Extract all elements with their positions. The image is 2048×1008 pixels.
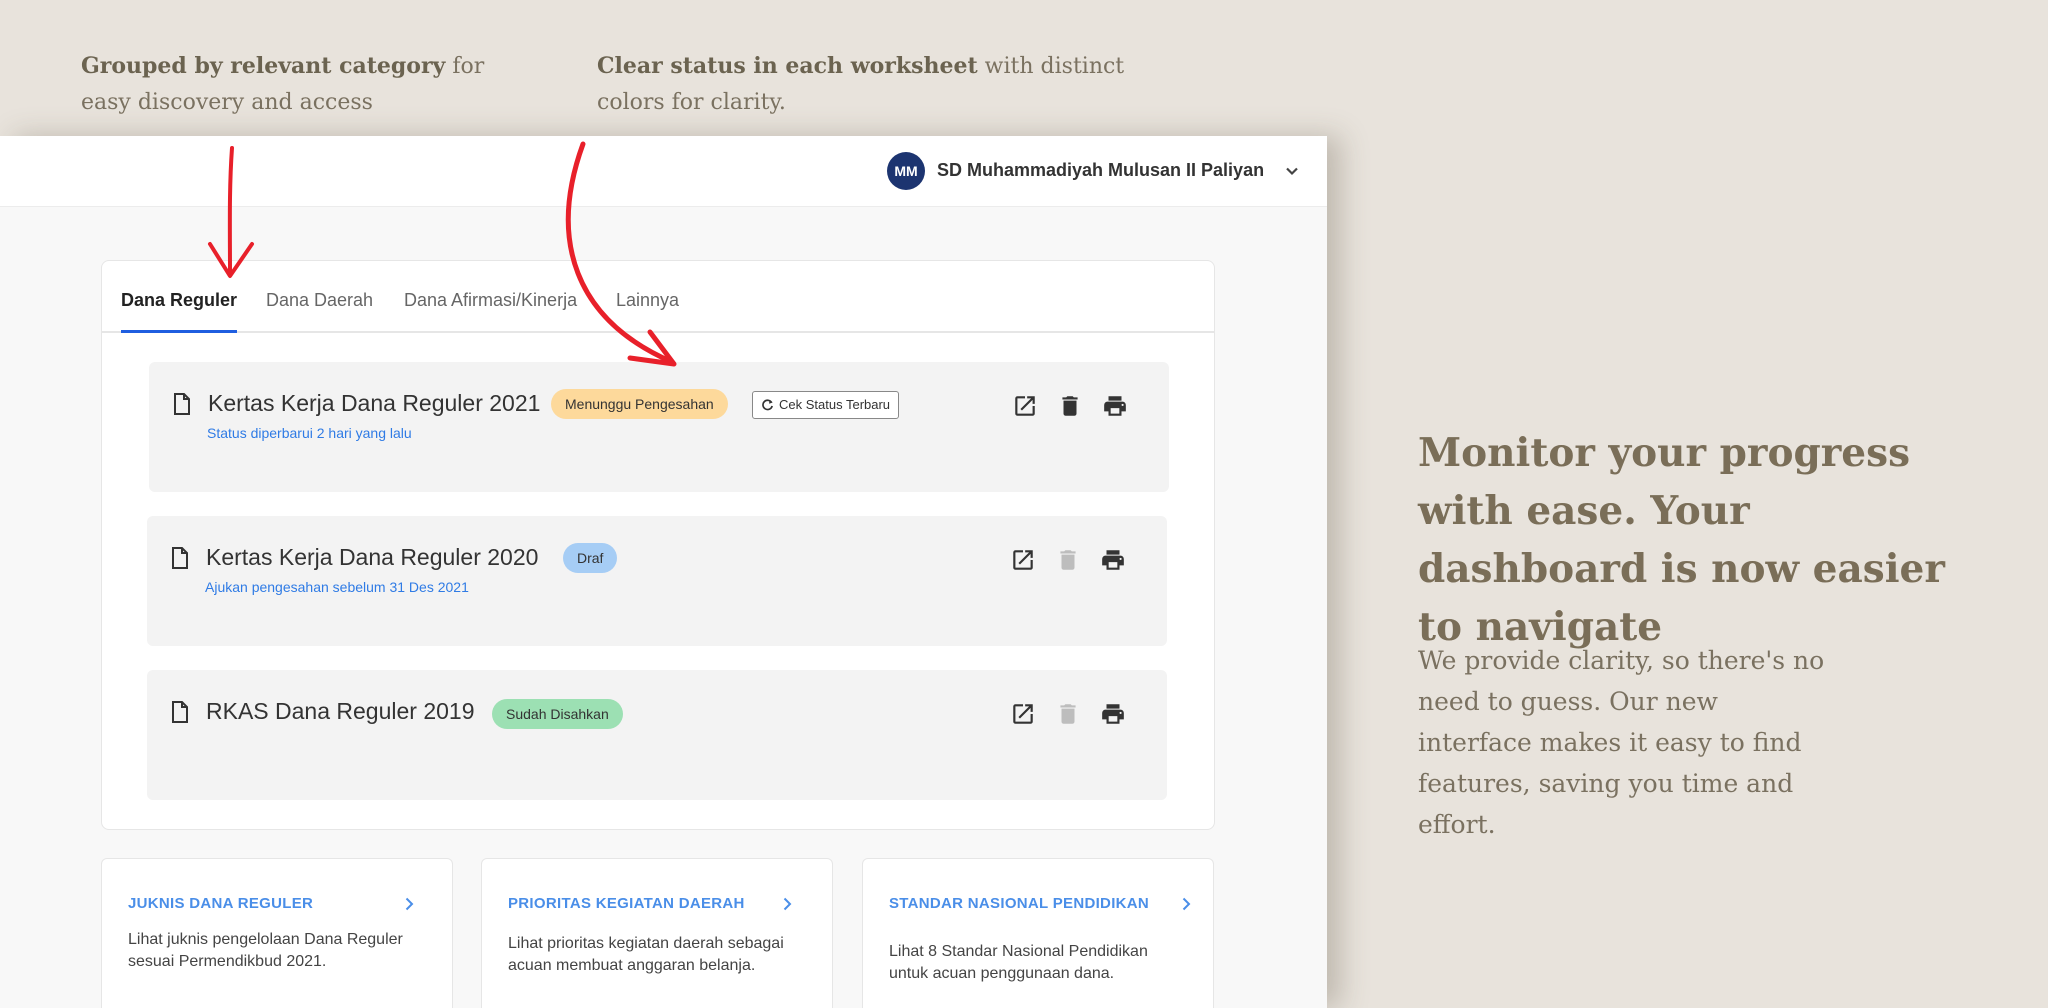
status-badge: Draf — [563, 543, 618, 573]
top-bar: MM SD Muhammadiyah Mulusan II Paliyan — [0, 136, 1327, 207]
chevron-right-icon — [783, 897, 792, 911]
avatar[interactable]: MM — [887, 152, 925, 190]
info-card-title: JUKNIS DANA REGULER — [128, 895, 314, 912]
chevron-down-icon[interactable] — [1283, 162, 1301, 180]
open-external-icon[interactable] — [1010, 701, 1036, 727]
info-card-prioritas[interactable]: PRIORITAS KEGIATAN DAERAH Lihat priorita… — [481, 858, 833, 1008]
info-card-desc: Lihat prioritas kegiatan daerah sebagai … — [508, 935, 784, 974]
tab-dana-daerah[interactable]: Dana Daerah — [266, 261, 373, 331]
status-badge: Sudah Disahkan — [492, 699, 623, 729]
info-card-title: STANDAR NASIONAL PENDIDIKAN — [889, 895, 1150, 912]
chevron-right-icon — [405, 897, 414, 911]
info-card-standar[interactable]: STANDAR NASIONAL PENDIDIKAN Lihat 8 Stan… — [862, 858, 1214, 1008]
worksheet-card: Dana Reguler Dana Daerah Dana Afirmasi/K… — [101, 260, 1215, 830]
annotation-category-bold: Grouped by relevant category — [81, 53, 446, 79]
body-copy: We provide clarity, so there's no need t… — [1418, 646, 1825, 839]
document-icon — [172, 547, 188, 569]
delete-icon-disabled — [1060, 550, 1076, 570]
worksheet-row[interactable]: RKAS Dana Reguler 2019 Sudah Disahkan — [147, 670, 1167, 800]
print-icon[interactable] — [1100, 547, 1126, 573]
headline: Monitor your progress with ease. Your da… — [1418, 430, 1945, 650]
annotation-status: Clear status in each worksheet with dist… — [597, 48, 1157, 121]
school-name[interactable]: SD Muhammadiyah Mulusan II Paliyan — [937, 160, 1264, 181]
worksheet-title: RKAS Dana Reguler 2019 — [206, 698, 475, 724]
print-icon[interactable] — [1100, 701, 1126, 727]
worksheet-row[interactable]: Kertas Kerja Dana Reguler 2021 Menunggu … — [149, 362, 1169, 492]
app-screenshot: MM SD Muhammadiyah Mulusan II Paliyan Da… — [0, 136, 1327, 1008]
open-external-icon[interactable] — [1010, 547, 1036, 573]
delete-icon[interactable] — [1057, 393, 1083, 419]
check-status-button[interactable]: Cek Status Terbaru — [752, 391, 900, 419]
tab-bar: Dana Reguler Dana Daerah Dana Afirmasi/K… — [102, 261, 1214, 333]
worksheet-row[interactable]: Kertas Kerja Dana Reguler 2020 Draf Ajuk… — [147, 516, 1167, 646]
worksheet-title: Kertas Kerja Dana Reguler 2021 — [208, 390, 541, 416]
annotation-status-bold: Clear status in each worksheet — [597, 53, 978, 79]
worksheet-title: Kertas Kerja Dana Reguler 2020 — [206, 544, 539, 570]
info-card-desc: Lihat juknis pengelolaan Dana Reguler se… — [128, 931, 403, 970]
info-card-desc: Lihat 8 Standar Nasional Pendidikan untu… — [889, 943, 1148, 982]
annotation-category: Grouped by relevant category for easy di… — [81, 48, 501, 121]
tab-dana-afirmasi-kinerja[interactable]: Dana Afirmasi/Kinerja — [404, 261, 577, 331]
print-icon[interactable] — [1102, 393, 1128, 419]
refresh-icon — [762, 399, 773, 411]
tab-lainnya[interactable]: Lainnya — [616, 261, 679, 331]
tab-dana-reguler[interactable]: Dana Reguler — [121, 261, 238, 333]
document-icon — [172, 701, 188, 723]
open-external-icon[interactable] — [1012, 393, 1038, 419]
worksheet-subtitle: Status diperbarui 2 hari yang lalu — [207, 425, 412, 441]
delete-icon-disabled — [1060, 704, 1076, 724]
info-card-juknis[interactable]: JUKNIS DANA REGULER Lihat juknis pengelo… — [101, 858, 453, 1008]
document-icon — [174, 393, 190, 415]
info-card-title: PRIORITAS KEGIATAN DAERAH — [508, 895, 745, 912]
chevron-right-icon — [1182, 897, 1191, 911]
worksheet-subtitle: Ajukan pengesahan sebelum 31 Des 2021 — [205, 579, 469, 595]
status-badge: Menunggu Pengesahan — [551, 389, 728, 419]
check-status-label: Cek Status Terbaru — [779, 397, 891, 412]
